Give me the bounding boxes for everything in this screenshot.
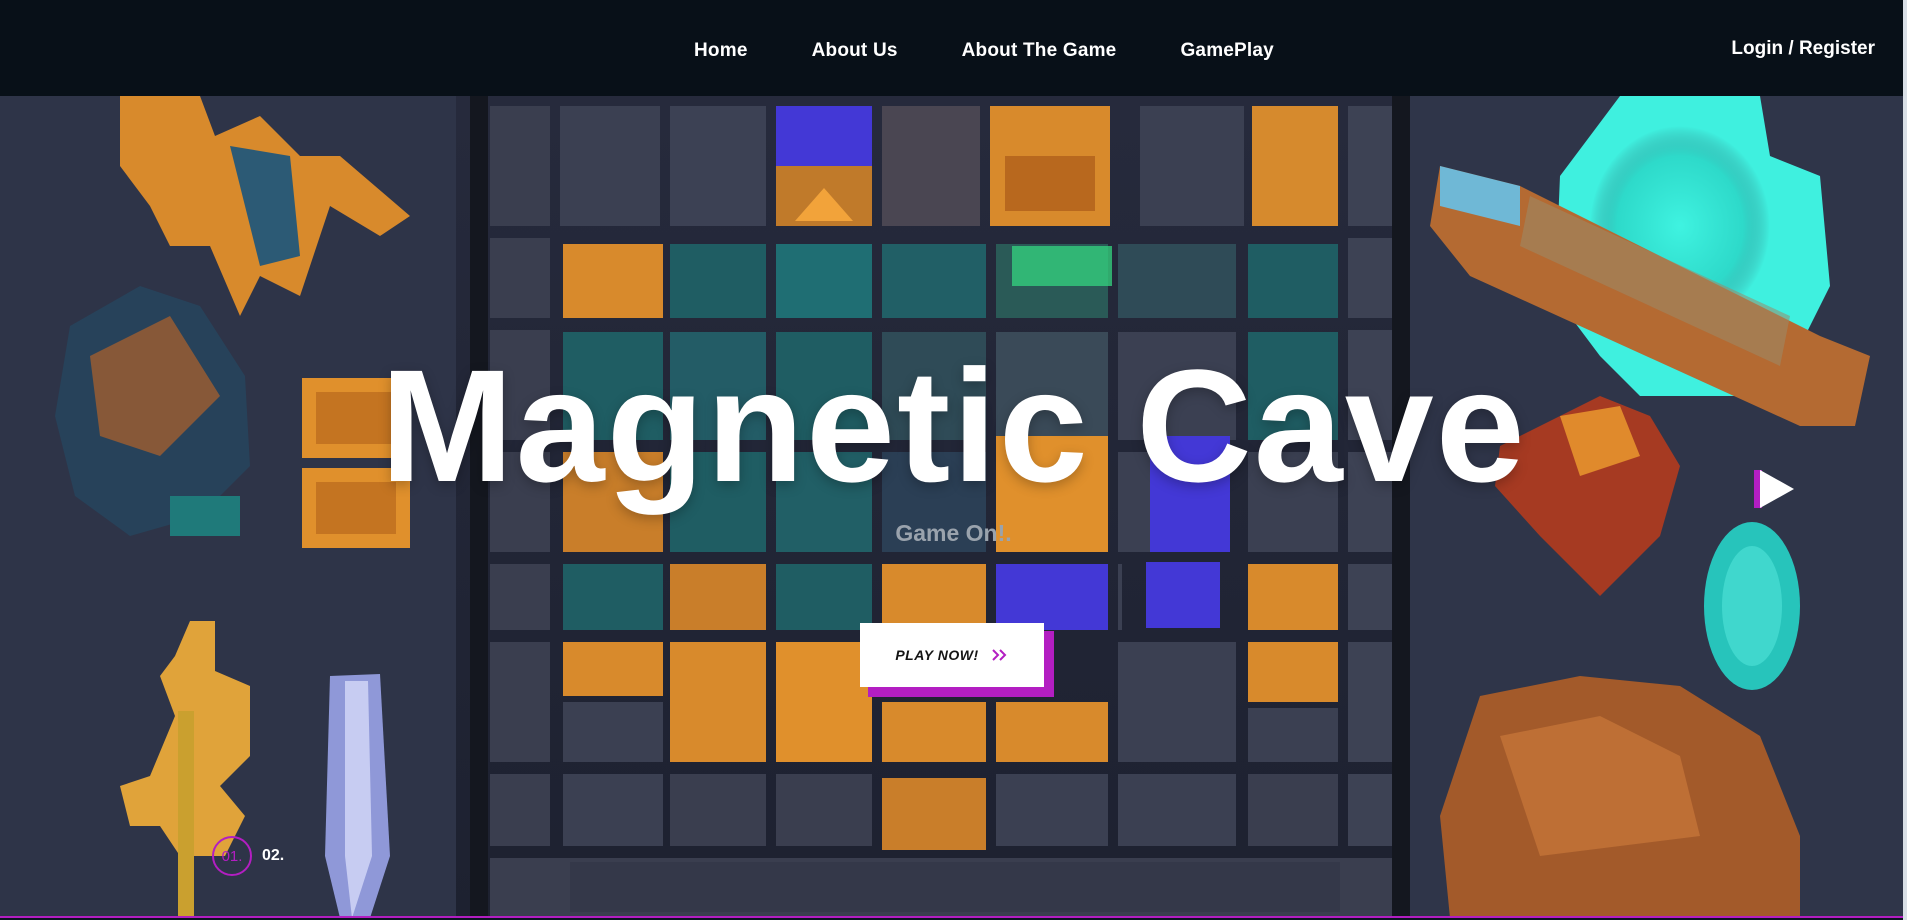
play-arrow-icon[interactable] (1752, 466, 1798, 512)
nav-home-link[interactable]: Home (694, 40, 748, 62)
nav-about-the-game-link[interactable]: About The Game (962, 40, 1117, 62)
hero-slider: Magnetic Cave Game On!. PLAY NOW! 01. 02… (0, 96, 1907, 918)
hero-title: Magnetic Cave (380, 336, 1527, 515)
login-register-link[interactable]: Login / Register (1731, 38, 1875, 60)
play-now-label: PLAY NOW! (895, 647, 979, 663)
nav-about-us-link[interactable]: About Us (812, 40, 898, 62)
top-navigation-bar: Home About Us About The Game GamePlay Lo… (0, 0, 1907, 96)
slide-2-indicator[interactable]: 02. (262, 847, 284, 865)
main-nav: Home About Us About The Game GamePlay (694, 40, 1274, 62)
nav-gameplay-link[interactable]: GamePlay (1180, 40, 1274, 62)
page-scrollbar[interactable] (1903, 0, 1907, 920)
slide-1-indicator[interactable]: 01. (212, 836, 252, 876)
hero-bottom-accent-line (0, 916, 1907, 918)
double-chevron-right-icon (991, 649, 1007, 661)
play-now-button-wrap: PLAY NOW! (860, 623, 1054, 697)
slide-pager: 01. 02. (212, 836, 284, 876)
page: Home About Us About The Game GamePlay Lo… (0, 0, 1907, 920)
play-now-button[interactable]: PLAY NOW! (860, 623, 1044, 687)
hero-subtitle: Game On!. (895, 520, 1012, 546)
